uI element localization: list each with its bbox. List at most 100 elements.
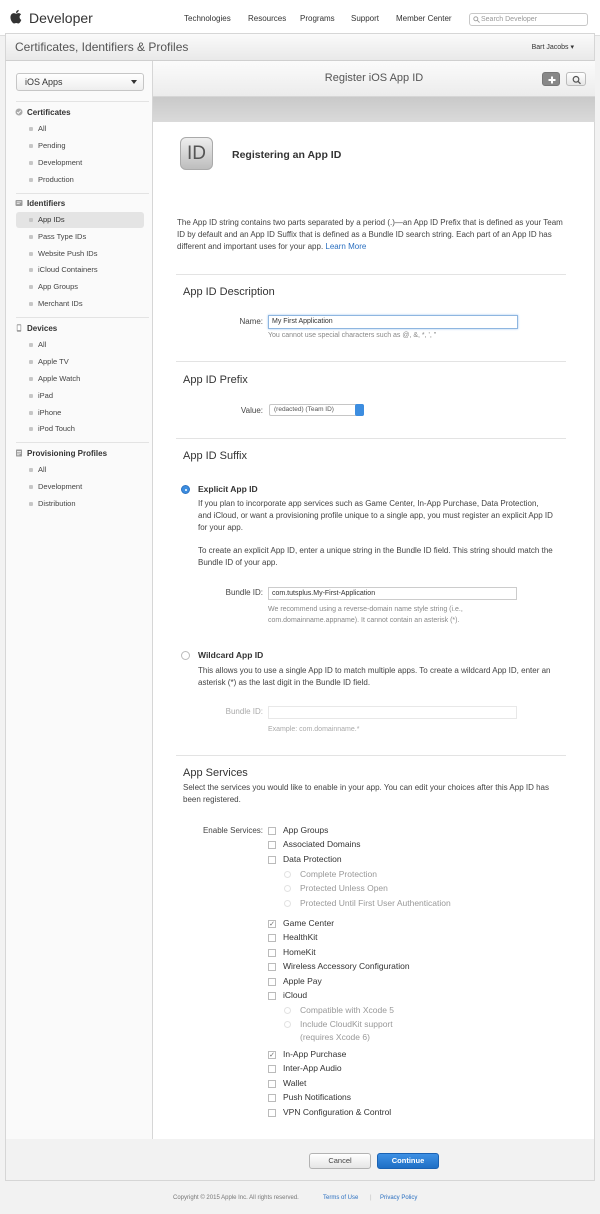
main-header: Register iOS App ID — [153, 61, 595, 97]
sidebar-item-pass-type-ids[interactable]: Pass Type IDs — [16, 229, 144, 245]
intro-text: The App ID string contains two parts sep… — [177, 217, 569, 253]
section-title: Certificates — [27, 108, 71, 117]
prefix-select[interactable]: (redacted) (Team ID) — [269, 404, 364, 416]
service-label: Wallet — [283, 1078, 307, 1088]
section-header: Certificates, Identifiers & Profiles Bar… — [5, 33, 595, 61]
sidebar-item-devices-all[interactable]: All — [16, 337, 144, 353]
radio-protected-unless-open[interactable] — [284, 885, 291, 892]
service-label: Game Center — [283, 918, 335, 928]
nav-technologies[interactable]: Technologies — [184, 14, 231, 23]
service-label: Inter-App Audio — [283, 1063, 342, 1073]
checkbox-in-app-purchase[interactable]: ✓ — [268, 1051, 276, 1059]
wildcard-app-id-radio[interactable] — [181, 651, 190, 660]
sidebar-item-label: Production — [38, 175, 74, 184]
checkbox-wallet[interactable] — [268, 1080, 276, 1088]
service-label: iCloud — [283, 990, 308, 1000]
sidebar-item-merchant-ids[interactable]: Merchant IDs — [16, 296, 144, 312]
sidebar-item-certificates-all[interactable]: All — [16, 121, 144, 137]
sidebar-item-profiles-development[interactable]: Development — [16, 479, 144, 495]
main-panel: Register iOS App ID ID Registering an Ap… — [153, 61, 595, 1181]
apple-logo-icon[interactable] — [10, 9, 22, 24]
footer-separator: | — [370, 1195, 372, 1201]
explicit-description: If you plan to incorporate app services … — [198, 499, 553, 532]
checkbox-app-groups[interactable] — [268, 827, 276, 835]
checkbox-vpn[interactable] — [268, 1109, 276, 1117]
bullet-icon — [29, 502, 33, 506]
nav-support[interactable]: Support — [351, 14, 379, 23]
search-button[interactable] — [566, 72, 586, 86]
checkbox-homekit[interactable] — [268, 949, 276, 957]
enable-services-label: Enable Services: — [202, 826, 263, 835]
service-label: App Groups — [283, 825, 329, 835]
sidebar-item-profiles-all[interactable]: All — [16, 462, 144, 478]
sidebar-item-app-ids[interactable]: App IDs — [16, 212, 144, 228]
service-label: Wireless Accessory Configuration — [283, 961, 410, 971]
explicit-app-id-radio[interactable] — [181, 485, 190, 494]
radio-include-cloudkit[interactable] — [284, 1021, 291, 1028]
sidebar-item-website-push-ids[interactable]: Website Push IDs — [16, 246, 144, 262]
checkbox-data-protection[interactable] — [268, 856, 276, 864]
page-title: Certificates, Identifiers & Profiles — [15, 40, 189, 54]
sidebar-item-label: All — [38, 340, 47, 349]
radio-complete-protection[interactable] — [284, 871, 291, 878]
section-heading: Registering an App ID — [232, 149, 342, 161]
sidebar-item-app-groups[interactable]: App Groups — [16, 279, 144, 295]
checkbox-game-center[interactable]: ✓ — [268, 920, 276, 928]
wildcard-description: This allows you to use a single App ID t… — [198, 666, 551, 687]
bullet-icon — [29, 235, 33, 239]
bullet-icon — [29, 394, 33, 398]
user-menu[interactable]: Bart Jacobs ▾ — [532, 43, 574, 51]
intro-paragraph: The App ID string contains two parts sep… — [177, 218, 563, 251]
nav-member-center[interactable]: Member Center — [396, 14, 452, 23]
name-label: Name: — [239, 317, 263, 326]
checkbox-healthkit[interactable] — [268, 934, 276, 942]
sidebar-item-apple-tv[interactable]: Apple TV — [16, 354, 144, 370]
section-title: Devices — [27, 324, 58, 333]
radio-protected-until-first-auth[interactable] — [284, 900, 291, 907]
divider — [176, 361, 566, 362]
sidebar-item-certificates-production[interactable]: Production — [16, 172, 144, 188]
sidebar-item-certificates-development[interactable]: Development — [16, 155, 144, 171]
bullet-icon — [29, 218, 33, 222]
nav-resources[interactable]: Resources — [248, 14, 286, 23]
terms-link[interactable]: Terms of Use — [323, 1195, 358, 1201]
sidebar-item-ipod-touch[interactable]: iPod Touch — [16, 421, 144, 437]
section-identifiers: Identifiers — [15, 199, 65, 208]
add-button[interactable] — [542, 72, 560, 86]
sidebar-item-ipad[interactable]: iPad — [16, 388, 144, 404]
checkbox-icloud[interactable] — [268, 992, 276, 1000]
top-navigation: Developer Technologies Resources Program… — [0, 0, 600, 36]
cancel-button[interactable]: Cancel — [309, 1153, 371, 1169]
sidebar-item-certificates-pending[interactable]: Pending — [16, 138, 144, 154]
sidebar-item-icloud-containers[interactable]: iCloud Containers — [16, 262, 144, 278]
explicit-app-id-label[interactable]: Explicit App ID — [198, 484, 258, 494]
bullet-icon — [29, 343, 33, 347]
checkbox-associated-domains[interactable] — [268, 841, 276, 849]
continue-button[interactable]: Continue — [377, 1153, 439, 1169]
search-input[interactable]: Search Developer — [469, 13, 588, 26]
checkbox-push-notifications[interactable] — [268, 1094, 276, 1102]
sidebar-item-iphone[interactable]: iPhone — [16, 405, 144, 421]
bundle-id-value: com.tutsplus.My-First-Application — [272, 590, 376, 597]
checkbox-wireless-accessory[interactable] — [268, 963, 276, 971]
sidebar-item-label: Merchant IDs — [38, 299, 83, 308]
platform-select[interactable]: iOS Apps — [16, 73, 144, 91]
section-title: Provisioning Profiles — [27, 449, 108, 458]
nav-programs[interactable]: Programs — [300, 14, 335, 23]
bullet-icon — [29, 427, 33, 431]
sidebar-item-apple-watch[interactable]: Apple Watch — [16, 371, 144, 387]
bundle-id-field[interactable]: com.tutsplus.My-First-Application — [268, 587, 517, 600]
section-devices: Devices — [15, 324, 57, 333]
radio-compatible-xcode5[interactable] — [284, 1007, 291, 1014]
privacy-link[interactable]: Privacy Policy — [380, 1195, 417, 1201]
checkbox-apple-pay[interactable] — [268, 978, 276, 986]
name-field-value: My First Application — [272, 318, 333, 325]
name-field[interactable]: My First Application — [268, 315, 518, 329]
checkbox-inter-app-audio[interactable] — [268, 1065, 276, 1073]
sidebar-item-profiles-distribution[interactable]: Distribution — [16, 496, 144, 512]
wildcard-bundle-id-field[interactable] — [268, 706, 517, 719]
learn-more-link[interactable]: Learn More — [325, 242, 366, 251]
brand-title[interactable]: Developer — [29, 10, 93, 26]
bullet-icon — [29, 468, 33, 472]
wildcard-app-id-label[interactable]: Wildcard App ID — [198, 650, 263, 660]
